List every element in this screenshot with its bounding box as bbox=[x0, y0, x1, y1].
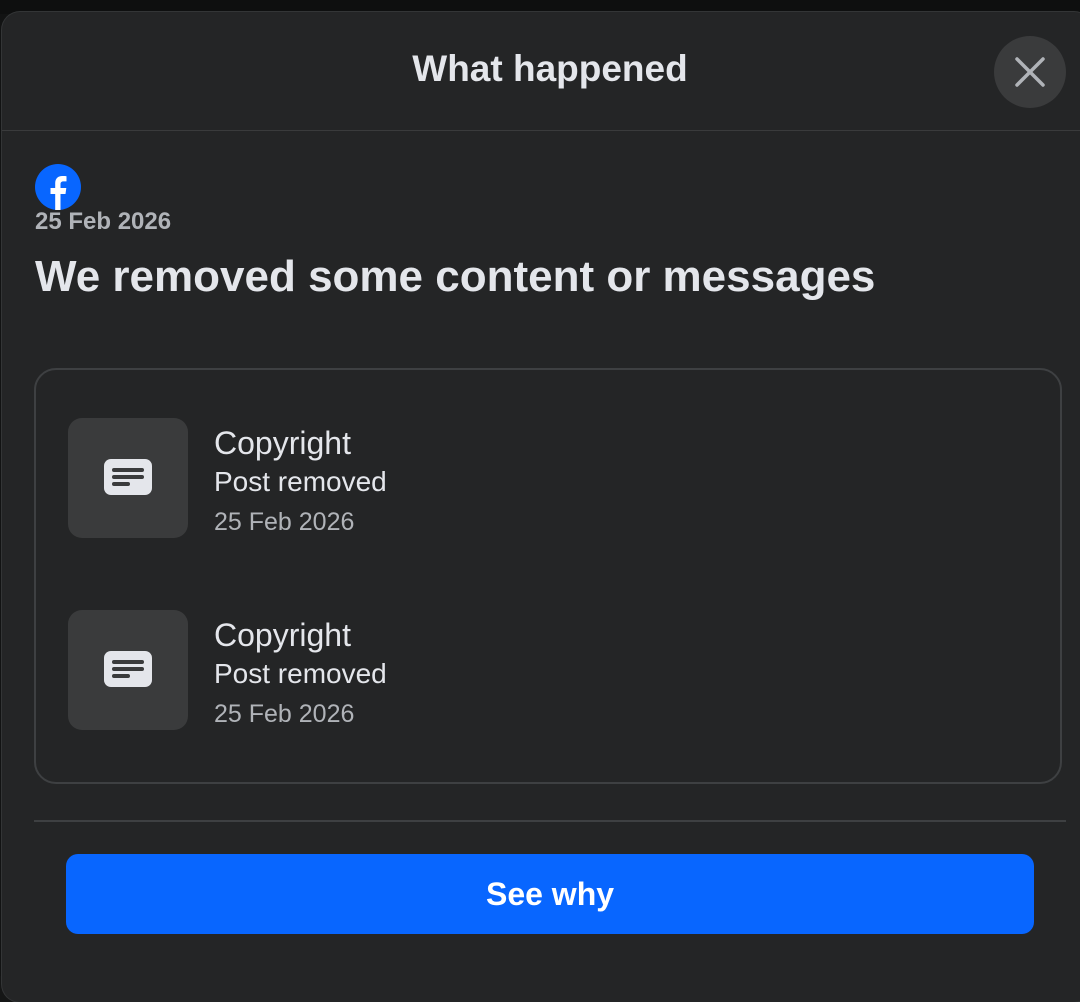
close-icon bbox=[1015, 57, 1045, 87]
item-date: 25 Feb 2026 bbox=[214, 700, 355, 728]
item-thumbnail bbox=[68, 610, 188, 730]
footer-divider bbox=[34, 820, 1066, 822]
item-title: Copyright bbox=[214, 617, 351, 653]
dialog-title: What happened bbox=[412, 48, 688, 89]
list-item[interactable]: Copyright Post removed 25 Feb 2026 bbox=[68, 610, 968, 730]
facebook-logo-icon bbox=[35, 164, 81, 210]
list-item[interactable]: Copyright Post removed 25 Feb 2026 bbox=[68, 418, 968, 538]
notice-heading: We removed some content or messages bbox=[35, 252, 876, 301]
item-details: Copyright Post removed 25 Feb 2026 bbox=[214, 424, 387, 542]
post-text-icon bbox=[104, 459, 152, 495]
dialog-header: What happened bbox=[2, 12, 1080, 131]
item-date: 25 Feb 2026 bbox=[214, 508, 355, 536]
item-details: Copyright Post removed 25 Feb 2026 bbox=[214, 616, 387, 734]
item-status: Post removed bbox=[214, 658, 387, 689]
see-why-button[interactable]: See why bbox=[66, 854, 1034, 934]
item-title: Copyright bbox=[214, 425, 351, 461]
notice-date: 25 Feb 2026 bbox=[35, 208, 172, 235]
removed-content-list: Copyright Post removed 25 Feb 2026 Copyr… bbox=[34, 368, 1062, 784]
what-happened-dialog: What happened 25 Feb 2026 We removed som… bbox=[2, 12, 1080, 1002]
post-text-icon bbox=[104, 651, 152, 687]
item-status: Post removed bbox=[214, 466, 387, 497]
item-thumbnail bbox=[68, 418, 188, 538]
close-button[interactable] bbox=[994, 36, 1066, 108]
